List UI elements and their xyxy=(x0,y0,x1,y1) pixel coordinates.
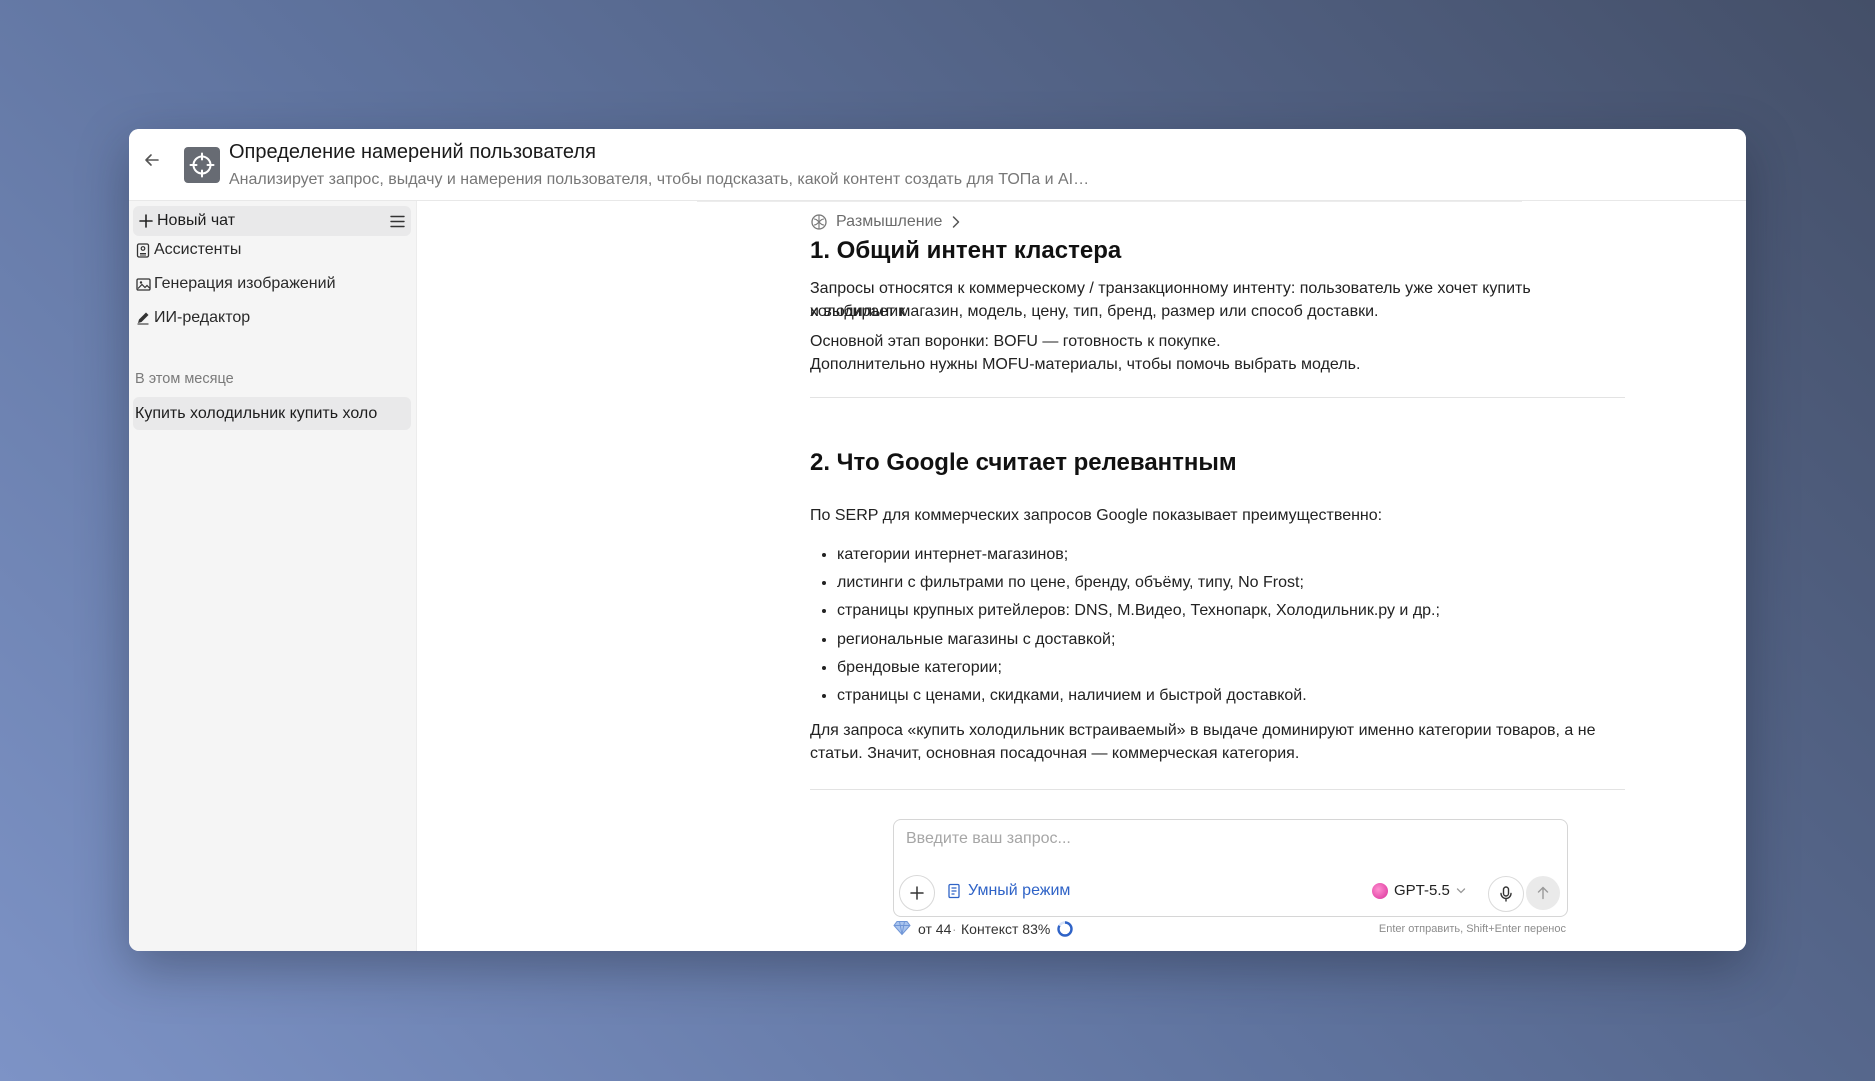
paragraph-line: Дополнительно нужны MOFU-материалы, чтоб… xyxy=(810,356,1361,373)
smart-mode-label: Умный режим xyxy=(968,882,1071,899)
paragraph-line: статьи. Значит, основная посадочная — ко… xyxy=(810,745,1300,762)
list-item: листинги с фильтрами по цене, бренду, об… xyxy=(837,571,1627,599)
sidebar-item-label: Генерация изображений xyxy=(154,275,336,292)
keyboard-hint: Enter отправить, Shift+Enter перенос xyxy=(1378,923,1566,935)
attach-button[interactable] xyxy=(899,875,935,911)
plus-icon xyxy=(138,213,154,229)
composer: Умный режим GPT-5.5 xyxy=(893,819,1568,917)
chevron-right-icon xyxy=(951,215,961,229)
list-item: региональные магазины с доставкой; xyxy=(837,628,1627,656)
section-heading: 2. Что Google считает релевантным xyxy=(810,449,1237,476)
app-window: Определение намерений пользователя Анали… xyxy=(129,129,1746,951)
plus-icon xyxy=(910,886,924,900)
sidebar-item-image-generation[interactable]: Генерация изображений xyxy=(135,271,336,297)
send-button[interactable] xyxy=(1526,876,1560,910)
divider xyxy=(697,201,1522,202)
paragraph-line: Для запроса «купить холодильник встраива… xyxy=(810,722,1596,739)
thinking-label: Размышление xyxy=(836,213,943,230)
pencil-icon xyxy=(135,310,151,326)
assistant-avatar xyxy=(184,147,220,183)
history-item[interactable]: Купить холодильник купить холо xyxy=(133,397,411,430)
arrow-left-icon xyxy=(145,154,159,166)
history-item-label: Купить холодильник купить холо xyxy=(135,404,378,422)
brain-icon xyxy=(810,213,828,231)
assistant-icon xyxy=(135,242,151,258)
paragraph-line: и выбирает магазин, модель, цену, тип, б… xyxy=(810,303,1379,320)
page-title: Определение намерений пользователя xyxy=(229,141,596,163)
list-item: страницы крупных ритейлеров: DNS, М.Виде… xyxy=(837,599,1627,627)
paragraph-line: Основной этап воронки: BOFU — готовность… xyxy=(810,333,1221,350)
list-item: страницы с ценами, скидками, наличием и … xyxy=(837,684,1627,712)
sidebar-item-label: ИИ-редактор xyxy=(154,309,251,326)
chevron-down-icon xyxy=(1456,887,1466,895)
diamond-icon xyxy=(893,920,911,936)
page-subtitle: Анализирует запрос, выдачу и намерения п… xyxy=(229,171,1090,188)
section-heading: 1. Общий интент кластера xyxy=(810,237,1122,264)
microphone-button[interactable] xyxy=(1488,876,1524,912)
thinking-toggle[interactable]: Размышление xyxy=(810,211,961,233)
context-usage-label: Контекст 83% xyxy=(961,921,1051,937)
image-icon xyxy=(135,276,151,292)
crosshair-icon xyxy=(189,152,215,178)
model-selector[interactable]: GPT-5.5 xyxy=(1372,882,1466,899)
microphone-icon xyxy=(1500,886,1512,902)
prompt-input[interactable] xyxy=(904,826,1548,852)
paragraph-line: По SERP для коммерческих запросов Google… xyxy=(810,507,1383,524)
model-icon xyxy=(1372,882,1388,899)
composer-status-bar: от 44 · Контекст 83% Enter отправить, Sh… xyxy=(893,919,1566,939)
sidebar-item-assistants[interactable]: Ассистенты xyxy=(135,237,241,263)
smart-mode-button[interactable]: Умный режим xyxy=(946,882,1070,900)
sidebar-item-label: Ассистенты xyxy=(154,241,242,258)
separator: · xyxy=(952,921,957,937)
divider xyxy=(810,789,1625,790)
history-section-label: В этом месяце xyxy=(135,371,234,387)
new-chat-label: Новый чат xyxy=(157,212,236,229)
arrow-up-icon xyxy=(1537,886,1549,900)
bullet-list: категории интернет-магазинов; листинги с… xyxy=(810,543,1627,712)
document-icon xyxy=(946,883,962,899)
sidebar: Новый чат Ассистенты Генерация изображен… xyxy=(129,201,417,951)
menu-icon[interactable] xyxy=(389,213,405,229)
model-label: GPT-5.5 xyxy=(1394,882,1450,899)
sidebar-item-ai-editor[interactable]: ИИ-редактор xyxy=(135,305,250,331)
back-button[interactable] xyxy=(139,147,165,173)
divider xyxy=(810,397,1625,398)
credits-label: от 44 xyxy=(918,921,952,937)
header: Определение намерений пользователя Анали… xyxy=(129,129,1746,201)
list-item: брендовые категории; xyxy=(837,656,1627,684)
list-item: категории интернет-магазинов; xyxy=(837,543,1627,571)
context-progress-icon xyxy=(1056,920,1074,938)
new-chat-button[interactable]: Новый чат xyxy=(133,206,411,236)
